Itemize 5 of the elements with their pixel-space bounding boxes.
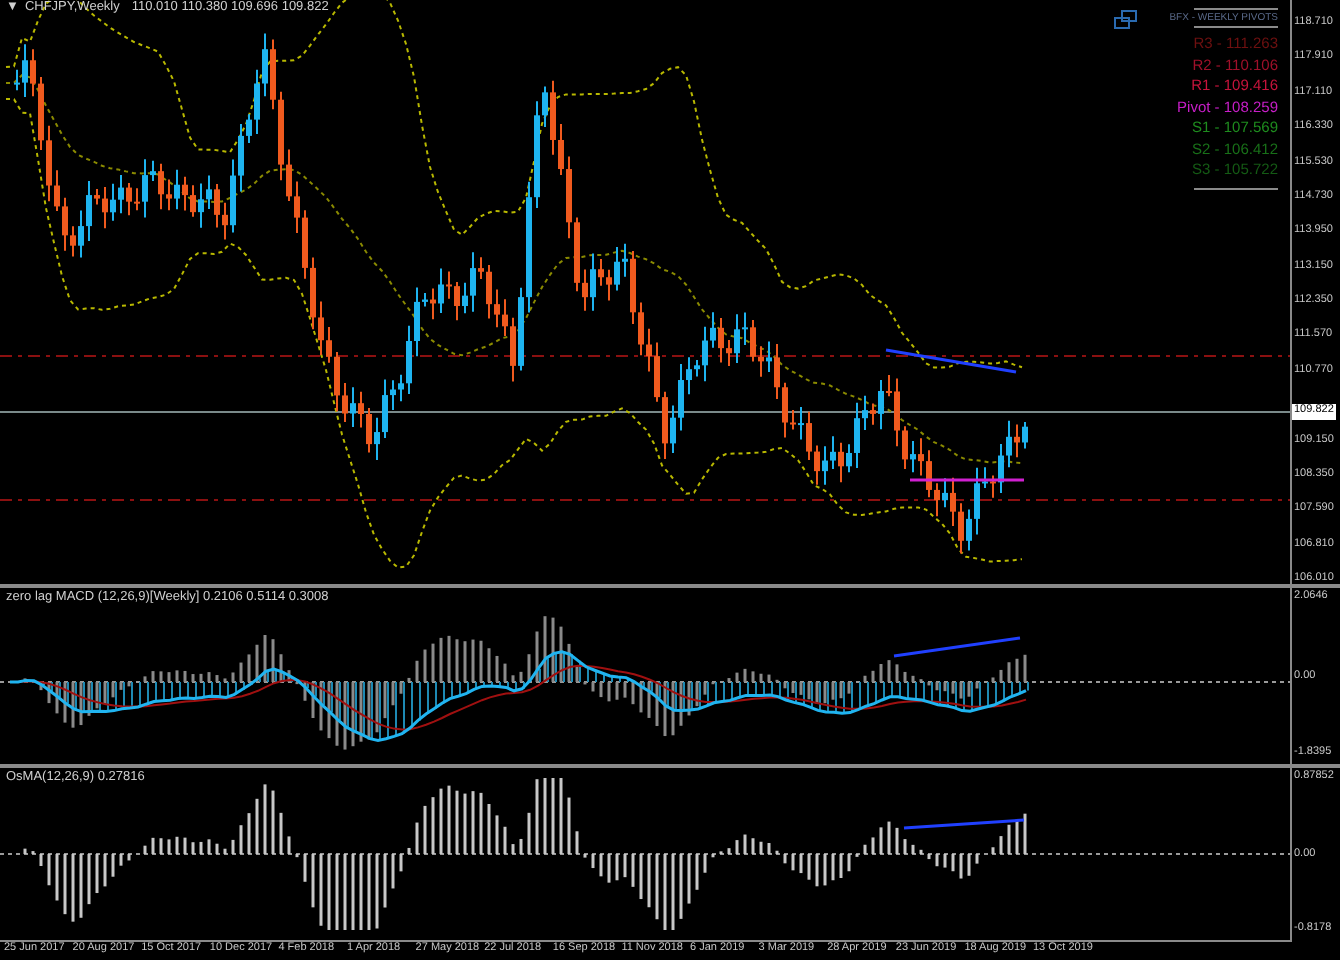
trend-line xyxy=(903,817,1025,829)
trend-line xyxy=(893,636,1021,657)
window-icon xyxy=(1114,10,1138,30)
trend-line xyxy=(885,348,1017,374)
pivot-line xyxy=(910,478,1024,482)
